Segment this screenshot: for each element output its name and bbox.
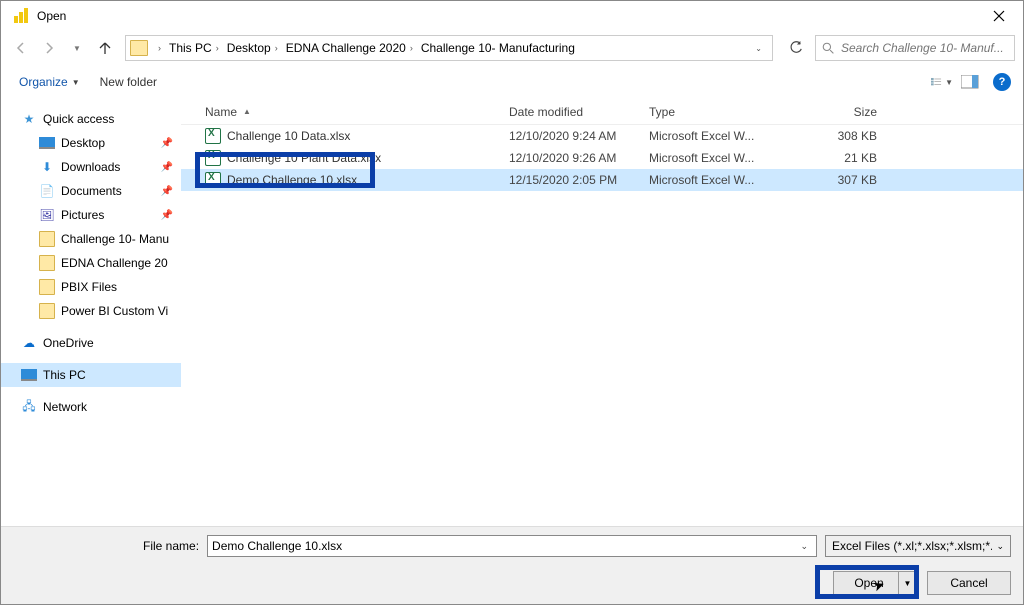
sidebar-pictures[interactable]: 🖼 Pictures📌 [1,203,181,227]
sidebar-edna[interactable]: EDNA Challenge 20 [1,251,181,275]
file-date: 12/15/2020 2:05 PM [501,173,641,187]
filename-label: File name: [13,539,199,553]
folder-icon [39,231,55,247]
file-name: Demo Challenge 10.xlsx [227,173,357,187]
cancel-button[interactable]: Cancel [927,571,1011,595]
breadcrumb-thispc[interactable]: This PC› [167,39,221,57]
pin-icon: 📌 [161,162,173,173]
pin-icon: 📌 [161,138,173,149]
breadcrumb-edna[interactable]: EDNA Challenge 2020› [284,39,415,57]
file-size: 307 KB [791,173,901,187]
filename-input[interactable] [212,539,796,553]
file-date: 12/10/2020 9:24 AM [501,129,641,143]
file-type: Microsoft Excel W... [641,129,791,143]
file-size: 21 KB [791,151,901,165]
download-icon: ⬇ [39,159,55,175]
excel-icon [205,172,221,188]
main-area: ★ Quick access Desktop📌 ⬇ Downloads📌 📄 D… [1,99,1023,526]
sidebar-pbix[interactable]: PBIX Files [1,275,181,299]
filename-dropdown[interactable]: ⌄ [796,541,812,552]
open-dropdown[interactable]: ▼ [898,572,916,594]
excel-icon [205,150,221,166]
column-name[interactable]: Name▲ [181,105,501,119]
search-icon [822,42,835,55]
close-button[interactable] [979,1,1019,31]
file-type: Microsoft Excel W... [641,151,791,165]
pictures-icon: 🖼 [39,207,55,223]
sidebar-desktop[interactable]: Desktop📌 [1,131,181,155]
network-icon: 🖧 [21,399,37,415]
column-headers: Name▲ Date modified Type Size [181,99,1023,125]
excel-icon [205,128,221,144]
computer-icon [21,367,37,383]
navigation-bar: ▼ › This PC› Desktop› EDNA Challenge 202… [1,31,1023,65]
sort-asc-icon: ▲ [243,107,251,116]
file-row-selected[interactable]: Demo Challenge 10.xlsx 12/15/2020 2:05 P… [181,169,1023,191]
pin-icon: 📌 [161,210,173,221]
folder-icon [39,279,55,295]
column-date[interactable]: Date modified [501,105,641,119]
dialog-footer: File name: ⌄ Excel Files (*.xl;*.xlsx;*.… [1,526,1023,604]
file-rows: Challenge 10 Data.xlsx 12/10/2020 9:24 A… [181,125,1023,526]
column-type[interactable]: Type [641,105,791,119]
file-size: 308 KB [791,129,901,143]
file-name: Challenge 10 Plant Data.xlsx [227,151,381,165]
file-name: Challenge 10 Data.xlsx [227,129,350,143]
window-title: Open [37,9,979,23]
help-button[interactable]: ? [993,73,1011,91]
folder-icon [39,255,55,271]
forward-button[interactable] [37,36,61,60]
organize-button[interactable]: Organize▼ [13,71,86,93]
filename-combobox[interactable]: ⌄ [207,535,817,557]
address-dropdown[interactable]: ⌄ [749,44,768,53]
breadcrumb-current[interactable]: Challenge 10- Manufacturing [419,39,577,57]
sidebar-downloads[interactable]: ⬇ Downloads📌 [1,155,181,179]
sidebar-onedrive[interactable]: ☁ OneDrive [1,331,181,355]
recent-locations-button[interactable]: ▼ [65,36,89,60]
sidebar-documents[interactable]: 📄 Documents📌 [1,179,181,203]
cloud-icon: ☁ [21,335,37,351]
view-mode-button[interactable]: ▼ [931,71,953,93]
app-icon [11,6,31,26]
breadcrumb-sep[interactable]: › [156,41,163,55]
preview-pane-button[interactable] [959,71,981,93]
pin-icon: 📌 [161,186,173,197]
filetype-filter[interactable]: Excel Files (*.xl;*.xlsx;*.xlsm;*.xl ⌄ [825,535,1011,557]
toolbar: Organize▼ New folder ▼ ? [1,65,1023,99]
navigation-pane: ★ Quick access Desktop📌 ⬇ Downloads📌 📄 D… [1,99,181,526]
file-row[interactable]: Challenge 10 Plant Data.xlsx 12/10/2020 … [181,147,1023,169]
open-file-dialog: Open ▼ › This PC› Desktop› EDNA Challeng… [0,0,1024,605]
new-folder-button[interactable]: New folder [94,71,163,93]
sidebar-powerbi-custom[interactable]: Power BI Custom Vi [1,299,181,323]
desktop-icon [39,135,55,151]
breadcrumb-desktop[interactable]: Desktop› [225,39,280,57]
search-input[interactable] [841,41,1008,55]
up-button[interactable] [93,36,117,60]
file-row[interactable]: Challenge 10 Data.xlsx 12/10/2020 9:24 A… [181,125,1023,147]
sidebar-network[interactable]: 🖧 Network [1,395,181,419]
address-bar[interactable]: › This PC› Desktop› EDNA Challenge 2020›… [125,35,773,61]
file-type: Microsoft Excel W... [641,173,791,187]
search-box[interactable] [815,35,1015,61]
titlebar: Open [1,1,1023,31]
refresh-button[interactable] [781,35,811,61]
file-date: 12/10/2020 9:26 AM [501,151,641,165]
sidebar-thispc[interactable]: This PC [1,363,181,387]
star-icon: ★ [21,111,37,127]
document-icon: 📄 [39,183,55,199]
folder-icon [130,40,148,56]
back-button[interactable] [9,36,33,60]
column-size[interactable]: Size [791,105,901,119]
sidebar-quick-access[interactable]: ★ Quick access [1,107,181,131]
sidebar-challenge10[interactable]: Challenge 10- Manu [1,227,181,251]
file-list-pane: Name▲ Date modified Type Size Challenge … [181,99,1023,526]
folder-icon [39,303,55,319]
